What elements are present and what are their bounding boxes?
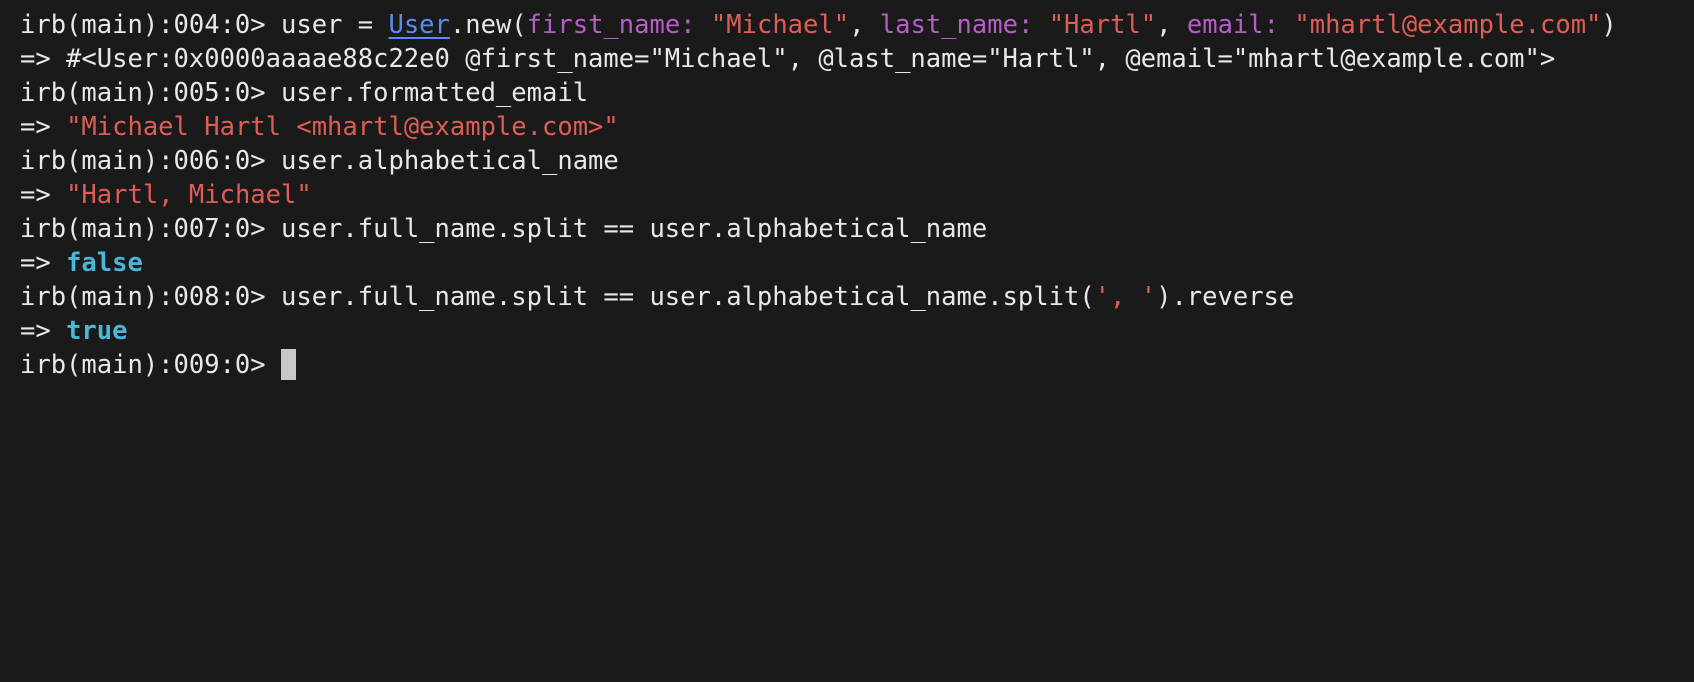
string-literal: "Hartl" [1048,10,1157,40]
string-literal: "Michael" [710,10,850,40]
input-line-004: irb(main):004:0> user = User.new(first_n… [20,8,1617,42]
input-line-005: irb(main):005:0> user.formatted_email [20,76,1617,110]
irb-prompt: irb(main):004:0> [20,10,281,40]
string-literal: "mhartl@example.com" [1294,10,1602,40]
input-line-009[interactable]: irb(main):009:0> [20,348,1617,382]
string-literal: ', ' [1094,282,1157,312]
boolean-result: true [66,316,128,346]
code-text: , [1156,10,1187,40]
clipped-output-line: => [20,0,51,8]
symbol-key: email: [1186,10,1279,40]
terminal-window[interactable]: => irb(main):004:0> user = User.new(firs… [0,0,1694,682]
code-text: user.alphabetical_name [281,146,619,176]
symbol-key: first_name: [526,10,696,40]
code-text: ) [1601,10,1617,40]
irb-prompt: irb(main):005:0> [20,78,281,108]
output-line-005: => "Michael Hartl <mhartl@example.com>" [20,110,1617,144]
irb-prompt: irb(main):008:0> [20,282,281,312]
irb-prompt: irb(main):009:0> [20,350,281,380]
output-text: => #<User:0x0000aaaae88c22e0 @first_name… [20,44,1556,74]
terminal-output: irb(main):004:0> user = User.new(first_n… [20,8,1617,382]
output-line-008: => true [20,314,1617,348]
output-line-006: => "Hartl, Michael" [20,178,1617,212]
output-line-007: => false [20,246,1617,280]
symbol-key: last_name: [879,10,1034,40]
input-line-007: irb(main):007:0> user.full_name.split ==… [20,212,1617,246]
code-text: ).reverse [1156,282,1295,312]
input-line-006: irb(main):006:0> user.alphabetical_name [20,144,1617,178]
class-constant: User [388,10,450,40]
irb-prompt: irb(main):007:0> [20,214,281,244]
string-result: "Hartl, Michael" [66,180,312,210]
string-result: "Michael Hartl <mhartl@example.com>" [66,112,619,142]
result-arrow: => [20,180,67,210]
code-text: , [849,10,880,40]
code-text: user.full_name.split == user.alphabetica… [281,214,988,244]
boolean-result: false [66,248,143,278]
text-cursor[interactable] [281,349,296,380]
input-line-008: irb(main):008:0> user.full_name.split ==… [20,280,1617,314]
result-arrow: => [20,316,67,346]
output-line-004: => #<User:0x0000aaaae88c22e0 @first_name… [20,42,1617,76]
code-text: user.full_name.split == user.alphabetica… [281,282,1095,312]
result-arrow: => [20,248,67,278]
irb-prompt: irb(main):006:0> [20,146,281,176]
code-text: user = [281,10,389,40]
code-text: .new( [449,10,527,40]
result-arrow: => [20,112,67,142]
code-text: user.formatted_email [281,78,589,108]
